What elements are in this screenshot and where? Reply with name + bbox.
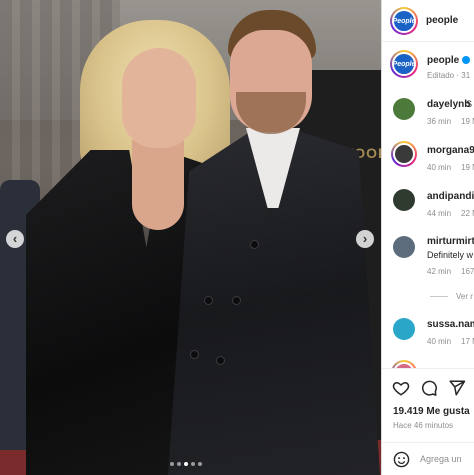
comment-text: S: [466, 99, 473, 109]
caption-edited: Editado · 31: [427, 71, 471, 80]
post-photo[interactable]: WOOD ME ‹ ›: [0, 0, 381, 475]
carousel-indicator: [170, 462, 202, 466]
comment-age: 44 min: [427, 209, 452, 218]
emoji-icon[interactable]: [393, 451, 410, 468]
heart-icon[interactable]: [392, 379, 410, 397]
comment-input[interactable]: Agrega un: [420, 454, 462, 464]
people-logo: People: [393, 11, 415, 31]
commenter-avatar[interactable]: [393, 318, 415, 340]
comment-icon[interactable]: [420, 379, 438, 397]
comment-text: Definitely w: [427, 250, 474, 260]
suit-button: [204, 296, 213, 305]
comment-likes[interactable]: 22 M: [461, 209, 474, 218]
comment-age: 36 min: [427, 117, 452, 126]
post-time: Hace 46 minutos: [393, 421, 454, 430]
suit-button: [190, 350, 199, 359]
carousel-dot-active: [184, 462, 188, 466]
carousel-dot: [198, 462, 202, 466]
people-logo: People: [393, 54, 415, 74]
like-count[interactable]: 19.419 Me gusta: [393, 406, 470, 417]
post-side-panel: People people People people Editado · 31…: [381, 0, 474, 475]
edited-date: 31: [461, 71, 471, 80]
commenter-avatar[interactable]: [393, 236, 415, 258]
add-comment-bar: Agrega un: [382, 442, 474, 475]
comment-age: 42 min: [427, 267, 452, 276]
woman-face: [122, 48, 196, 148]
woman-neck: [132, 140, 184, 230]
comment-likes[interactable]: 19 M: [461, 163, 474, 172]
view-replies-link[interactable]: Ver r: [430, 292, 473, 301]
caption-author-name[interactable]: people: [427, 55, 459, 66]
carousel-dot: [177, 462, 181, 466]
commenter-avatar[interactable]: [393, 189, 415, 211]
commenter-avatar[interactable]: [391, 141, 417, 167]
post-actions: [382, 368, 474, 404]
account-avatar[interactable]: People: [390, 7, 418, 35]
comment-username[interactable]: morgana9: [427, 145, 474, 156]
caption-avatar[interactable]: People: [390, 50, 418, 78]
caption-author[interactable]: people: [427, 55, 471, 66]
comment-likes[interactable]: 167: [461, 267, 474, 276]
post-header: People people: [382, 0, 474, 42]
carousel-dot: [191, 462, 195, 466]
comment-username[interactable]: mirturmirt: [427, 236, 474, 247]
comment-age: 40 min: [427, 163, 452, 172]
carousel-dot: [170, 462, 174, 466]
comment-username[interactable]: sussa.name: [427, 319, 474, 330]
chevron-left-icon[interactable]: ‹: [6, 230, 24, 248]
comment-likes[interactable]: 19 M: [461, 117, 474, 126]
comment-likes[interactable]: 17 M: [461, 337, 474, 346]
suit-button: [232, 296, 241, 305]
account-name[interactable]: people: [426, 15, 458, 26]
comment-age: 40 min: [427, 337, 452, 346]
suit-button: [250, 240, 259, 249]
commenter-avatar[interactable]: [393, 98, 415, 120]
comment-username[interactable]: andipandi1: [427, 191, 474, 202]
suit-button: [216, 356, 225, 365]
comment-username[interactable]: dayelynb: [427, 99, 470, 110]
share-icon[interactable]: [448, 379, 466, 397]
edited-label: Editado: [427, 71, 455, 80]
chevron-right-icon[interactable]: ›: [356, 230, 374, 248]
verified-badge-icon: [462, 56, 471, 65]
